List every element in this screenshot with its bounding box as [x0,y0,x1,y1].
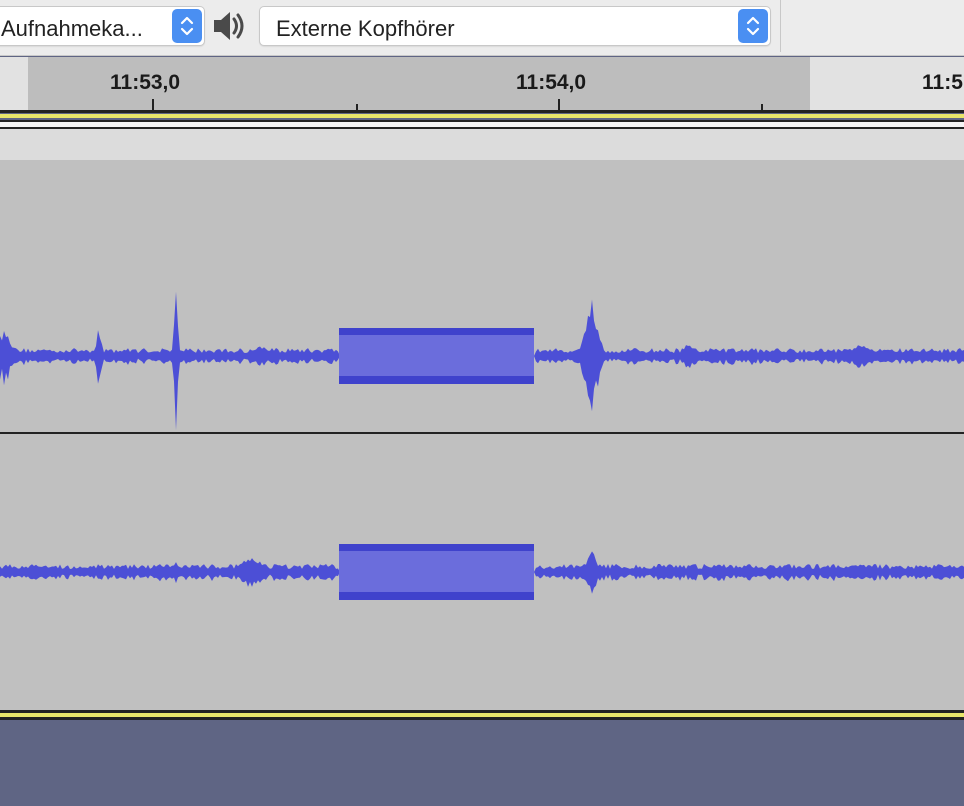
ruler-border [0,110,964,113]
timeline-label: 11:5 [922,71,963,94]
ruler-highlight-line [0,114,964,118]
up-down-chevron-icon[interactable] [738,9,768,43]
speaker-icon[interactable] [211,8,251,44]
audio-track[interactable] [0,160,964,710]
channel-divider [0,432,964,434]
track-header-strip[interactable] [0,129,964,160]
output-device-select[interactable]: Externe Kopfhörer [259,6,771,46]
device-toolbar: Aufnahmeka... Externe Kopfhörer [0,0,964,56]
recording-channels-select[interactable]: Aufnahmeka... [0,6,205,46]
timeline-ruler[interactable]: 11:53,0 11:54,0 11:5 [0,57,964,113]
waveform-right-channel[interactable] [0,460,964,680]
timeline-label: 11:54,0 [516,71,587,94]
recording-channels-label: Aufnahmeka... [1,16,143,41]
toolbar-divider [780,0,781,52]
timeline-label: 11:53,0 [110,71,181,94]
waveform-left-channel[interactable] [0,220,964,440]
empty-track-area[interactable] [0,720,964,806]
up-down-chevron-icon[interactable] [172,9,202,43]
output-device-label: Externe Kopfhörer [276,16,455,41]
audio-editor-window: Aufnahmeka... Externe Kopfhörer 11:53,0 … [0,0,964,806]
